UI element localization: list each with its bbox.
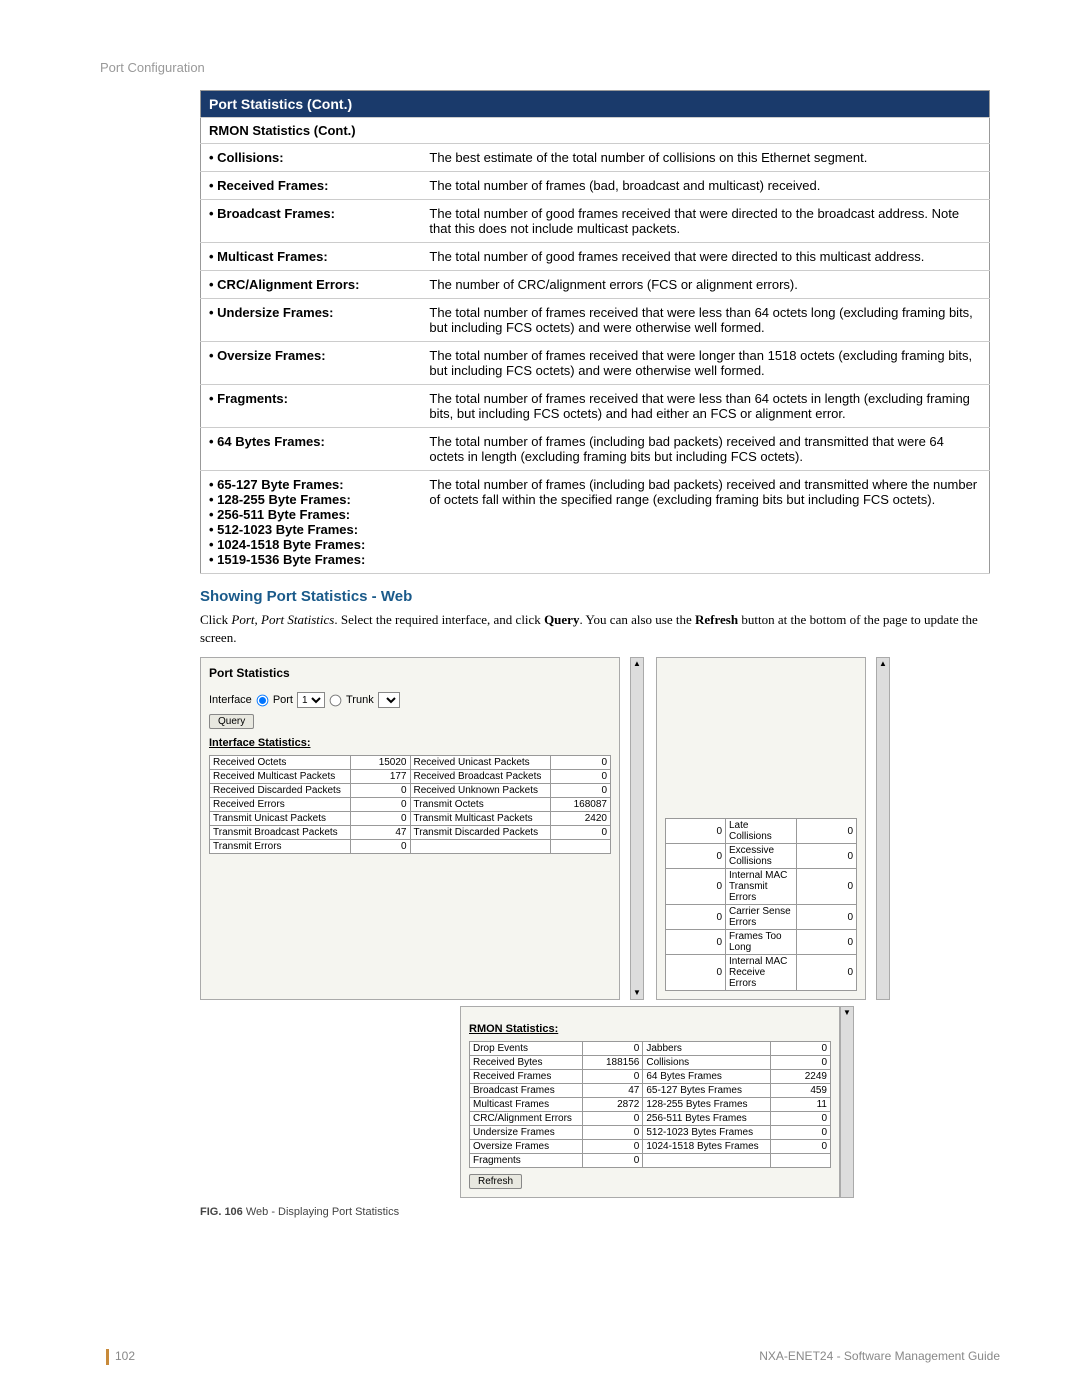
port-select[interactable]: 1 bbox=[297, 692, 325, 708]
panel-title: Port Statistics bbox=[209, 666, 611, 680]
trunk-select[interactable] bbox=[378, 692, 400, 708]
stat-label: • 64 Bytes Frames: bbox=[201, 428, 422, 471]
stat-desc: The total number of good frames received… bbox=[421, 200, 989, 243]
stat-label: • Undersize Frames: bbox=[201, 299, 422, 342]
scrollbar-3[interactable]: ▼ bbox=[840, 1006, 854, 1198]
stat-desc: The total number of good frames received… bbox=[421, 243, 989, 271]
doc-title: NXA-ENET24 - Software Management Guide bbox=[759, 1349, 1000, 1365]
table-title: Port Statistics (Cont.) bbox=[201, 91, 990, 118]
rmon-stats-label: RMON Statistics: bbox=[469, 1023, 831, 1035]
screenshot-top-row: Port Statistics Interface Port 1 Trunk Q… bbox=[200, 657, 990, 1000]
scroll-up-icon[interactable]: ▲ bbox=[879, 658, 887, 670]
stat-label: • Received Frames: bbox=[201, 172, 422, 200]
scrollbar-2[interactable]: ▲ bbox=[876, 657, 890, 1000]
stat-label: • Collisions: bbox=[201, 144, 422, 172]
stat-desc: The total number of frames received that… bbox=[421, 342, 989, 385]
stat-desc: The total number of frames (including ba… bbox=[421, 428, 989, 471]
stat-desc: The best estimate of the total number of… bbox=[421, 144, 989, 172]
table-section: RMON Statistics (Cont.) bbox=[201, 118, 990, 144]
stat-label: • CRC/Alignment Errors: bbox=[201, 271, 422, 299]
trunk-label: Trunk bbox=[346, 694, 374, 706]
interface-stats-table: Received Octets15020Received Unicast Pac… bbox=[209, 755, 611, 854]
port-statistics-panel: Port Statistics Interface Port 1 Trunk Q… bbox=[200, 657, 620, 1000]
refresh-button[interactable]: Refresh bbox=[469, 1174, 522, 1189]
stat-label: • Broadcast Frames: bbox=[201, 200, 422, 243]
stat-desc: The total number of frames (bad, broadca… bbox=[421, 172, 989, 200]
figure-caption: FIG. 106 Web - Displaying Port Statistic… bbox=[200, 1206, 990, 1218]
stat-desc: The number of CRC/alignment errors (FCS … bbox=[421, 271, 989, 299]
port-statistics-table: Port Statistics (Cont.) RMON Statistics … bbox=[200, 90, 990, 574]
rmon-stats-table: Drop Events0Jabbers0Received Bytes188156… bbox=[469, 1041, 831, 1168]
page-footer: 102 NXA-ENET24 - Software Management Gui… bbox=[100, 1349, 1000, 1365]
scroll-down-icon[interactable]: ▼ bbox=[843, 1007, 851, 1019]
extra-stats-panel: 0Late Collisions00Excessive Collisions00… bbox=[656, 657, 866, 1000]
stat-desc: The total number of frames received that… bbox=[421, 299, 989, 342]
interface-label: Interface bbox=[209, 694, 252, 706]
stat-label: • Fragments: bbox=[201, 385, 422, 428]
scroll-up-icon[interactable]: ▲ bbox=[633, 658, 641, 670]
interface-stats-label: Interface Statistics: bbox=[209, 737, 611, 749]
trunk-radio[interactable] bbox=[330, 695, 342, 707]
page-number: 102 bbox=[115, 1349, 135, 1363]
scroll-down-icon[interactable]: ▼ bbox=[633, 987, 641, 999]
rmon-panel: RMON Statistics: Drop Events0Jabbers0Rec… bbox=[460, 1006, 840, 1198]
stat-label: • 65-127 Byte Frames:• 128-255 Byte Fram… bbox=[201, 471, 422, 574]
scrollbar[interactable]: ▲ ▼ bbox=[630, 657, 644, 1000]
extra-stats-table: 0Late Collisions00Excessive Collisions00… bbox=[665, 818, 857, 991]
rmon-screenshot: RMON Statistics: Drop Events0Jabbers0Rec… bbox=[460, 1006, 990, 1198]
stat-desc: The total number of frames (including ba… bbox=[421, 471, 989, 574]
stat-label: • Multicast Frames: bbox=[201, 243, 422, 271]
port-label: Port bbox=[273, 694, 293, 706]
stat-desc: The total number of frames received that… bbox=[421, 385, 989, 428]
query-button[interactable]: Query bbox=[209, 714, 254, 729]
stat-label: • Oversize Frames: bbox=[201, 342, 422, 385]
instruction-para: Click Port, Port Statistics. Select the … bbox=[200, 611, 990, 647]
breadcrumb: Port Configuration bbox=[100, 60, 1000, 75]
port-radio[interactable] bbox=[256, 695, 268, 707]
section-heading: Showing Port Statistics - Web bbox=[200, 588, 990, 605]
